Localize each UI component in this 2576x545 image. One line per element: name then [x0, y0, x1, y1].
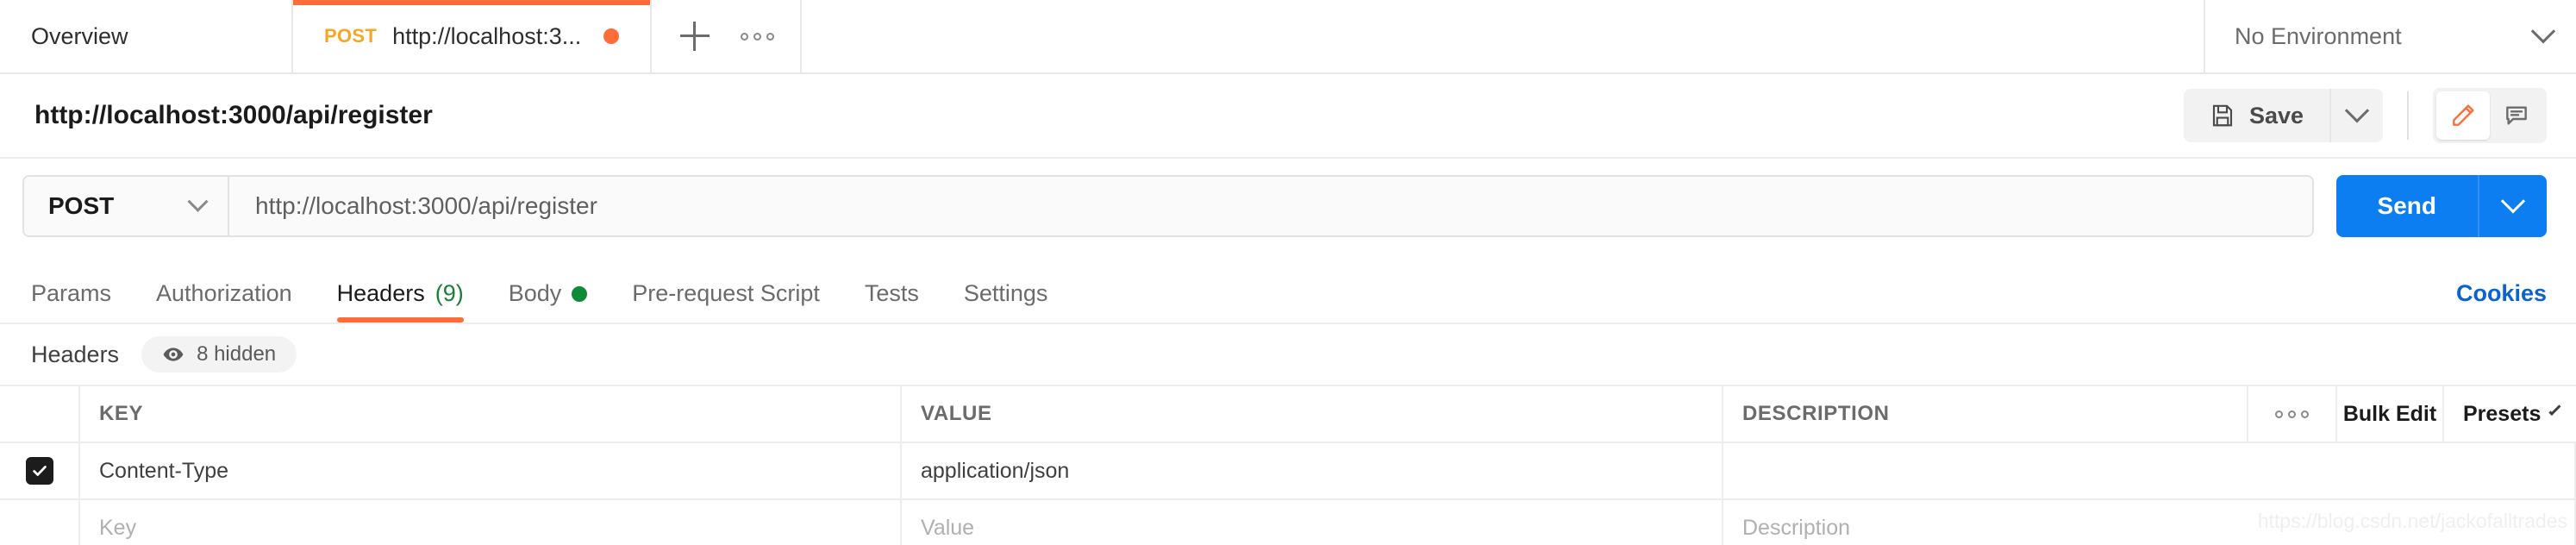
- tab-url-label: http://localhost:3...: [392, 22, 582, 49]
- request-title-row: http://localhost:3000/api/register Save: [0, 74, 2576, 159]
- toolbar-divider: [2407, 91, 2409, 140]
- hidden-headers-count-label: 8 hidden: [197, 342, 277, 366]
- check-icon: [32, 466, 47, 476]
- edit-mode-button[interactable]: [2436, 91, 2490, 140]
- view-toggle-group: [2433, 88, 2547, 143]
- headers-subheader-row: Headers 8 hidden: [0, 324, 2576, 386]
- new-row-value-input[interactable]: Value: [902, 500, 1723, 545]
- chevron-down-icon: [187, 191, 209, 212]
- bulk-edit-button[interactable]: Bulk Edit: [2337, 386, 2444, 442]
- tab-bar-filler: [802, 0, 2205, 72]
- floppy-disk-icon: [2212, 104, 2232, 127]
- tab-settings-label: Settings: [963, 280, 1048, 306]
- tab-body-label: Body: [508, 280, 562, 306]
- tab-authorization[interactable]: Authorization: [134, 280, 315, 323]
- send-button[interactable]: Send: [2335, 175, 2478, 237]
- ellipsis-icon: [2275, 410, 2309, 418]
- tab-pre-request-script[interactable]: Pre-request Script: [610, 280, 842, 323]
- environment-selector[interactable]: No Environment: [2205, 0, 2576, 72]
- tab-tests-label: Tests: [864, 280, 919, 306]
- tab-options-button[interactable]: [726, 5, 788, 67]
- table-options-button[interactable]: [2248, 386, 2337, 442]
- row-value-input[interactable]: application/json: [902, 443, 1723, 498]
- chevron-down-icon: [2530, 19, 2556, 44]
- chevron-down-icon: [2344, 98, 2370, 123]
- save-button-label: Save: [2248, 102, 2304, 128]
- environment-selector-value: No Environment: [2235, 22, 2402, 49]
- tab-pre-request-script-label: Pre-request Script: [632, 280, 820, 306]
- tab-headers-label: Headers: [336, 280, 425, 306]
- request-section-tabs: Params Authorization Headers (9) Body Pr…: [0, 254, 2576, 324]
- tab-bar-actions: [652, 0, 803, 72]
- headers-table: KEY VALUE DESCRIPTION Bulk Edit Presets …: [0, 386, 2576, 545]
- chevron-down-icon: [2548, 403, 2561, 416]
- page-title: http://localhost:3000/api/register: [34, 101, 433, 129]
- row-key-input[interactable]: Content-Type: [80, 443, 902, 498]
- table-row-new[interactable]: Key Value Description: [0, 500, 2576, 545]
- row-enabled-checkbox[interactable]: [25, 457, 53, 485]
- tab-overview[interactable]: Overview: [0, 0, 293, 72]
- header-select-all-cell: [0, 386, 80, 442]
- headers-table-header-row: KEY VALUE DESCRIPTION Bulk Edit Presets: [0, 386, 2576, 443]
- send-options-button[interactable]: [2478, 175, 2547, 237]
- tab-headers[interactable]: Headers (9): [315, 280, 486, 323]
- save-button[interactable]: Save: [2183, 89, 2329, 142]
- new-tab-button[interactable]: [664, 5, 726, 67]
- chevron-down-icon: [2500, 189, 2526, 214]
- tab-tests[interactable]: Tests: [842, 280, 941, 323]
- send-button-group: Send: [2335, 175, 2547, 237]
- table-row[interactable]: Content-Type application/json: [0, 443, 2576, 500]
- body-present-dot-icon: [572, 285, 588, 302]
- tab-params-label: Params: [31, 280, 112, 306]
- presets-button[interactable]: Presets: [2444, 386, 2576, 442]
- url-input-value: http://localhost:3000/api/register: [255, 192, 597, 219]
- tab-overview-label: Overview: [31, 22, 128, 49]
- unsaved-dot-icon: [603, 28, 620, 44]
- headers-section-label: Headers: [31, 341, 120, 367]
- postman-request-builder: Overview POST http://localhost:3... No E…: [0, 0, 2576, 545]
- http-method-value: POST: [48, 192, 115, 219]
- send-button-label: Send: [2377, 192, 2436, 219]
- new-row-key-input[interactable]: Key: [80, 500, 902, 545]
- url-bar-row: POST http://localhost:3000/api/register …: [0, 159, 2576, 254]
- url-bar: POST http://localhost:3000/api/register: [22, 175, 2314, 237]
- tab-headers-count: (9): [435, 280, 464, 306]
- row-description-input[interactable]: [1723, 443, 2576, 498]
- tab-settings[interactable]: Settings: [941, 280, 1071, 323]
- hidden-headers-toggle[interactable]: 8 hidden: [141, 336, 297, 373]
- ellipsis-icon: [740, 32, 774, 41]
- tab-authorization-label: Authorization: [156, 280, 292, 306]
- comment-icon: [2506, 106, 2527, 125]
- row-enabled-checkbox-cell: [0, 443, 80, 498]
- http-method-selector[interactable]: POST: [24, 177, 229, 235]
- column-header-value: VALUE: [902, 386, 1723, 442]
- tab-bar: Overview POST http://localhost:3... No E…: [0, 0, 2576, 74]
- new-row-description-input[interactable]: Description: [1723, 500, 2576, 545]
- plus-icon: [680, 22, 710, 51]
- new-row-checkbox-cell: [0, 500, 80, 545]
- save-options-button[interactable]: [2329, 89, 2383, 142]
- tab-method-label: POST: [324, 25, 378, 47]
- request-section-tab-list: Params Authorization Headers (9) Body Pr…: [31, 280, 1070, 323]
- cookies-link[interactable]: Cookies: [2456, 280, 2547, 323]
- presets-button-label: Presets: [2463, 401, 2542, 426]
- tab-request-post-register[interactable]: POST http://localhost:3...: [293, 0, 653, 72]
- url-input[interactable]: http://localhost:3000/api/register: [229, 177, 2312, 235]
- save-button-group: Save: [2183, 89, 2383, 142]
- column-header-key: KEY: [80, 386, 902, 442]
- comments-button[interactable]: [2490, 91, 2543, 140]
- eye-icon: [163, 348, 184, 361]
- tab-body[interactable]: Body: [486, 280, 610, 323]
- pencil-icon: [2453, 104, 2474, 126]
- column-header-description: DESCRIPTION: [1723, 386, 2248, 442]
- tab-params[interactable]: Params: [31, 280, 134, 323]
